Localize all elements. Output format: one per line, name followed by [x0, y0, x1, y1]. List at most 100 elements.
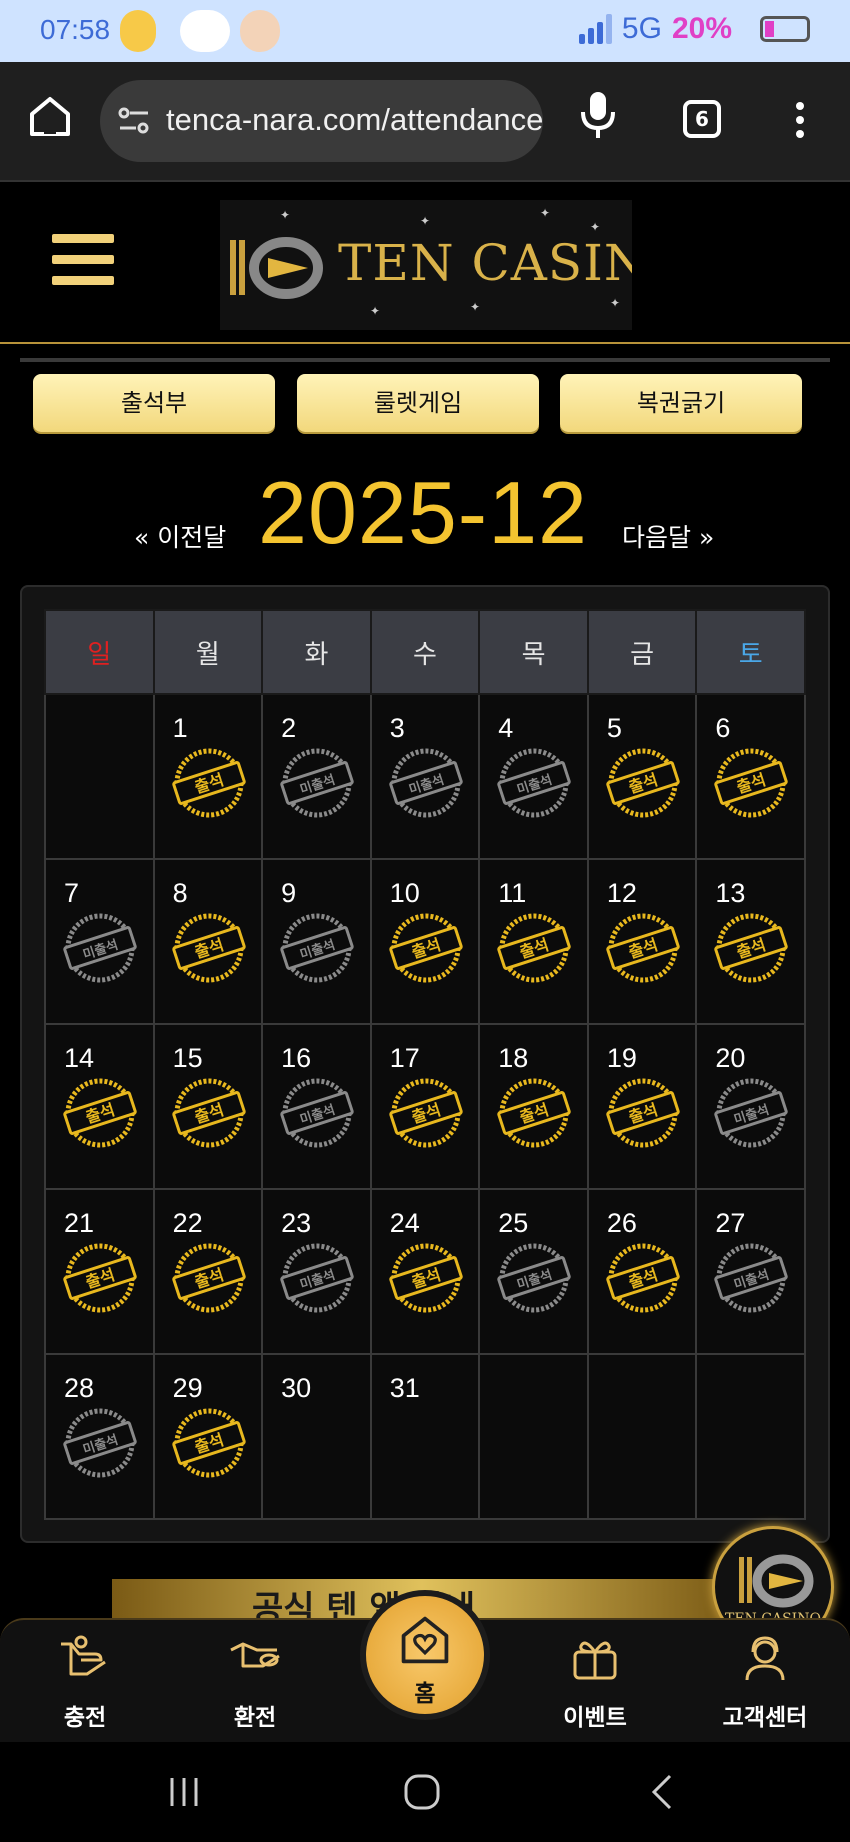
calendar-day-cell[interactable]: 25 미출석 [478, 1188, 589, 1355]
bottom-navigation: 충전 환전 홈 이벤트 고객센터 [0, 1590, 850, 1742]
nav-support[interactable]: 고객센터 [705, 1630, 825, 1732]
exchange-hand-icon [230, 1642, 280, 1668]
day-number: 29 [172, 1373, 203, 1403]
status-time: 07:58 [40, 14, 111, 45]
calendar-day-cell[interactable]: 8 출석 [152, 858, 264, 1025]
more-menu-icon[interactable] [790, 102, 810, 142]
calendar-day-cell[interactable]: 15 출석 [152, 1023, 264, 1190]
home-system-icon[interactable] [402, 1772, 442, 1812]
calendar-day-cell[interactable]: 23 미출석 [261, 1188, 372, 1355]
day-number: 2 [281, 713, 297, 743]
day-number: 14 [64, 1043, 95, 1073]
home-icon[interactable] [28, 94, 72, 138]
tab-switcher-button[interactable]: 6 [683, 100, 721, 138]
day-number: 13 [715, 878, 746, 908]
calendar-day-cell[interactable]: 7 미출석 [44, 858, 155, 1025]
month-title: 2025-12 [258, 463, 588, 562]
calendar-day-cell[interactable]: 26 출석 [586, 1188, 698, 1355]
attendance-button[interactable]: 출석부 [33, 374, 275, 432]
weekday-thu: 목 [478, 609, 589, 695]
day-number: 6 [715, 713, 731, 743]
calendar-day-cell[interactable]: 22 출석 [152, 1188, 264, 1355]
calendar-day-cell[interactable]: 12 출석 [586, 858, 698, 1025]
calendar-day-cell[interactable]: 31 [369, 1353, 481, 1520]
absent-stamp-icon: 미출석 [714, 1243, 789, 1313]
day-number: 11 [498, 878, 527, 908]
attended-stamp-icon: 출석 [171, 1078, 246, 1148]
calendar-day-cell[interactable]: 13 출석 [695, 858, 806, 1025]
attended-stamp-icon: 출석 [63, 1243, 137, 1313]
calendar-week-row: 21 출석 22 출석 23 미출석 24 출석 25 미출석 26 출석 27 미출석 [44, 1188, 806, 1355]
absent-stamp-icon: 미출석 [497, 1243, 571, 1313]
calendar-day-cell[interactable]: 4 미출석 [478, 693, 589, 860]
day-number: 23 [281, 1208, 312, 1238]
browser-toolbar: tenca-nara.com/attendance 6 [0, 62, 850, 180]
smiley-emoji-icon [120, 10, 156, 52]
site-settings-icon[interactable] [118, 106, 150, 136]
calendar-day-cell[interactable]: 1 출석 [152, 693, 264, 860]
system-navigation-bar [0, 1742, 850, 1842]
nav-event[interactable]: 이벤트 [535, 1630, 655, 1732]
calendar-day-cell[interactable]: 9 미출석 [261, 858, 372, 1025]
nav-exchange-label: 환전 [233, 1705, 277, 1731]
calendar-week-row: 1 출석 2 미출석 3 미출석 4 미출석 5 출석 6 출석 [44, 693, 806, 860]
site-header: ✦ ✦ ✦ ✦ ✦ ✦ ✦ TEN CASINO [0, 180, 850, 344]
status-bar: 07:58 5G 20% [0, 0, 850, 62]
next-month-link[interactable]: 다음달 » [622, 518, 714, 554]
nav-home[interactable]: 홈 [360, 1590, 490, 1720]
calendar-day-cell[interactable]: 10 출석 [369, 858, 481, 1025]
recent-apps-icon[interactable] [164, 1772, 204, 1812]
sticker-cat-icon [180, 10, 230, 52]
calendar-day-cell[interactable]: 5 출석 [586, 693, 698, 860]
day-number: 25 [498, 1208, 529, 1238]
calendar-day-cell[interactable]: 3 미출석 [369, 693, 481, 860]
calendar-empty-cell [586, 1353, 698, 1520]
calendar-day-cell[interactable]: 29 출석 [152, 1353, 264, 1520]
absent-stamp-icon: 미출석 [63, 1408, 137, 1478]
calendar-day-cell[interactable]: 21 출석 [44, 1188, 155, 1355]
battery-icon [760, 16, 810, 42]
ten-casino-logo[interactable]: ✦ ✦ ✦ ✦ ✦ ✦ ✦ TEN CASINO [220, 200, 632, 330]
microphone-icon[interactable] [578, 90, 618, 140]
calendar-day-cell[interactable]: 14 출석 [44, 1023, 155, 1190]
prev-month-link[interactable]: « 이전달 [134, 518, 226, 554]
calendar-day-cell[interactable]: 27 미출석 [695, 1188, 806, 1355]
lottery-scratch-button[interactable]: 복권긁기 [560, 374, 802, 432]
calendar-week-row: 14 출석 15 출석 16 미출석 17 출석 18 출석 19 출석 20 미출석 [44, 1023, 806, 1190]
day-number: 19 [606, 1043, 637, 1073]
attended-stamp-icon: 출석 [171, 913, 246, 983]
attended-stamp-icon: 출석 [606, 1243, 680, 1313]
absent-stamp-icon: 미출석 [280, 748, 354, 818]
day-number: 31 [389, 1373, 420, 1403]
hamburger-menu-icon[interactable] [52, 234, 114, 290]
absent-stamp-icon: 미출석 [388, 748, 463, 818]
attended-stamp-icon: 출석 [171, 1243, 246, 1313]
roulette-button[interactable]: 룰렛게임 [297, 374, 539, 432]
battery-percent: 20% [671, 12, 732, 45]
calendar-day-cell[interactable]: 6 출석 [695, 693, 806, 860]
address-bar[interactable]: tenca-nara.com/attendance [100, 80, 543, 162]
month-navigation: « 이전달 2025-12 다음달 » [0, 462, 850, 572]
nav-charge-label: 충전 [63, 1705, 107, 1731]
absent-stamp-icon: 미출석 [63, 913, 137, 983]
calendar-day-cell[interactable]: 2 미출석 [261, 693, 372, 860]
calendar-day-cell[interactable]: 16 미출석 [261, 1023, 372, 1190]
calendar-day-cell[interactable]: 30 [261, 1353, 372, 1520]
day-number: 12 [606, 878, 637, 908]
calendar-day-cell[interactable]: 24 출석 [369, 1188, 481, 1355]
back-icon[interactable] [644, 1772, 684, 1812]
calendar-day-cell[interactable]: 20 미출석 [695, 1023, 806, 1190]
calendar-day-cell[interactable]: 18 출석 [478, 1023, 589, 1190]
calendar-day-cell[interactable]: 11 출석 [478, 858, 589, 1025]
calendar-day-cell[interactable]: 17 출석 [369, 1023, 481, 1190]
nav-exchange[interactable]: 환전 [195, 1630, 315, 1732]
weekday-fri: 금 [586, 609, 698, 695]
nav-support-label: 고객센터 [722, 1705, 808, 1731]
attended-stamp-icon: 출석 [497, 1078, 571, 1148]
attended-stamp-icon: 출석 [388, 1243, 463, 1313]
weekday-tue: 화 [261, 609, 372, 695]
calendar-day-cell[interactable]: 28 미출석 [44, 1353, 155, 1520]
nav-charge[interactable]: 충전 [25, 1630, 145, 1732]
calendar-day-cell[interactable]: 19 출석 [586, 1023, 698, 1190]
customer-support-icon [745, 1636, 785, 1681]
